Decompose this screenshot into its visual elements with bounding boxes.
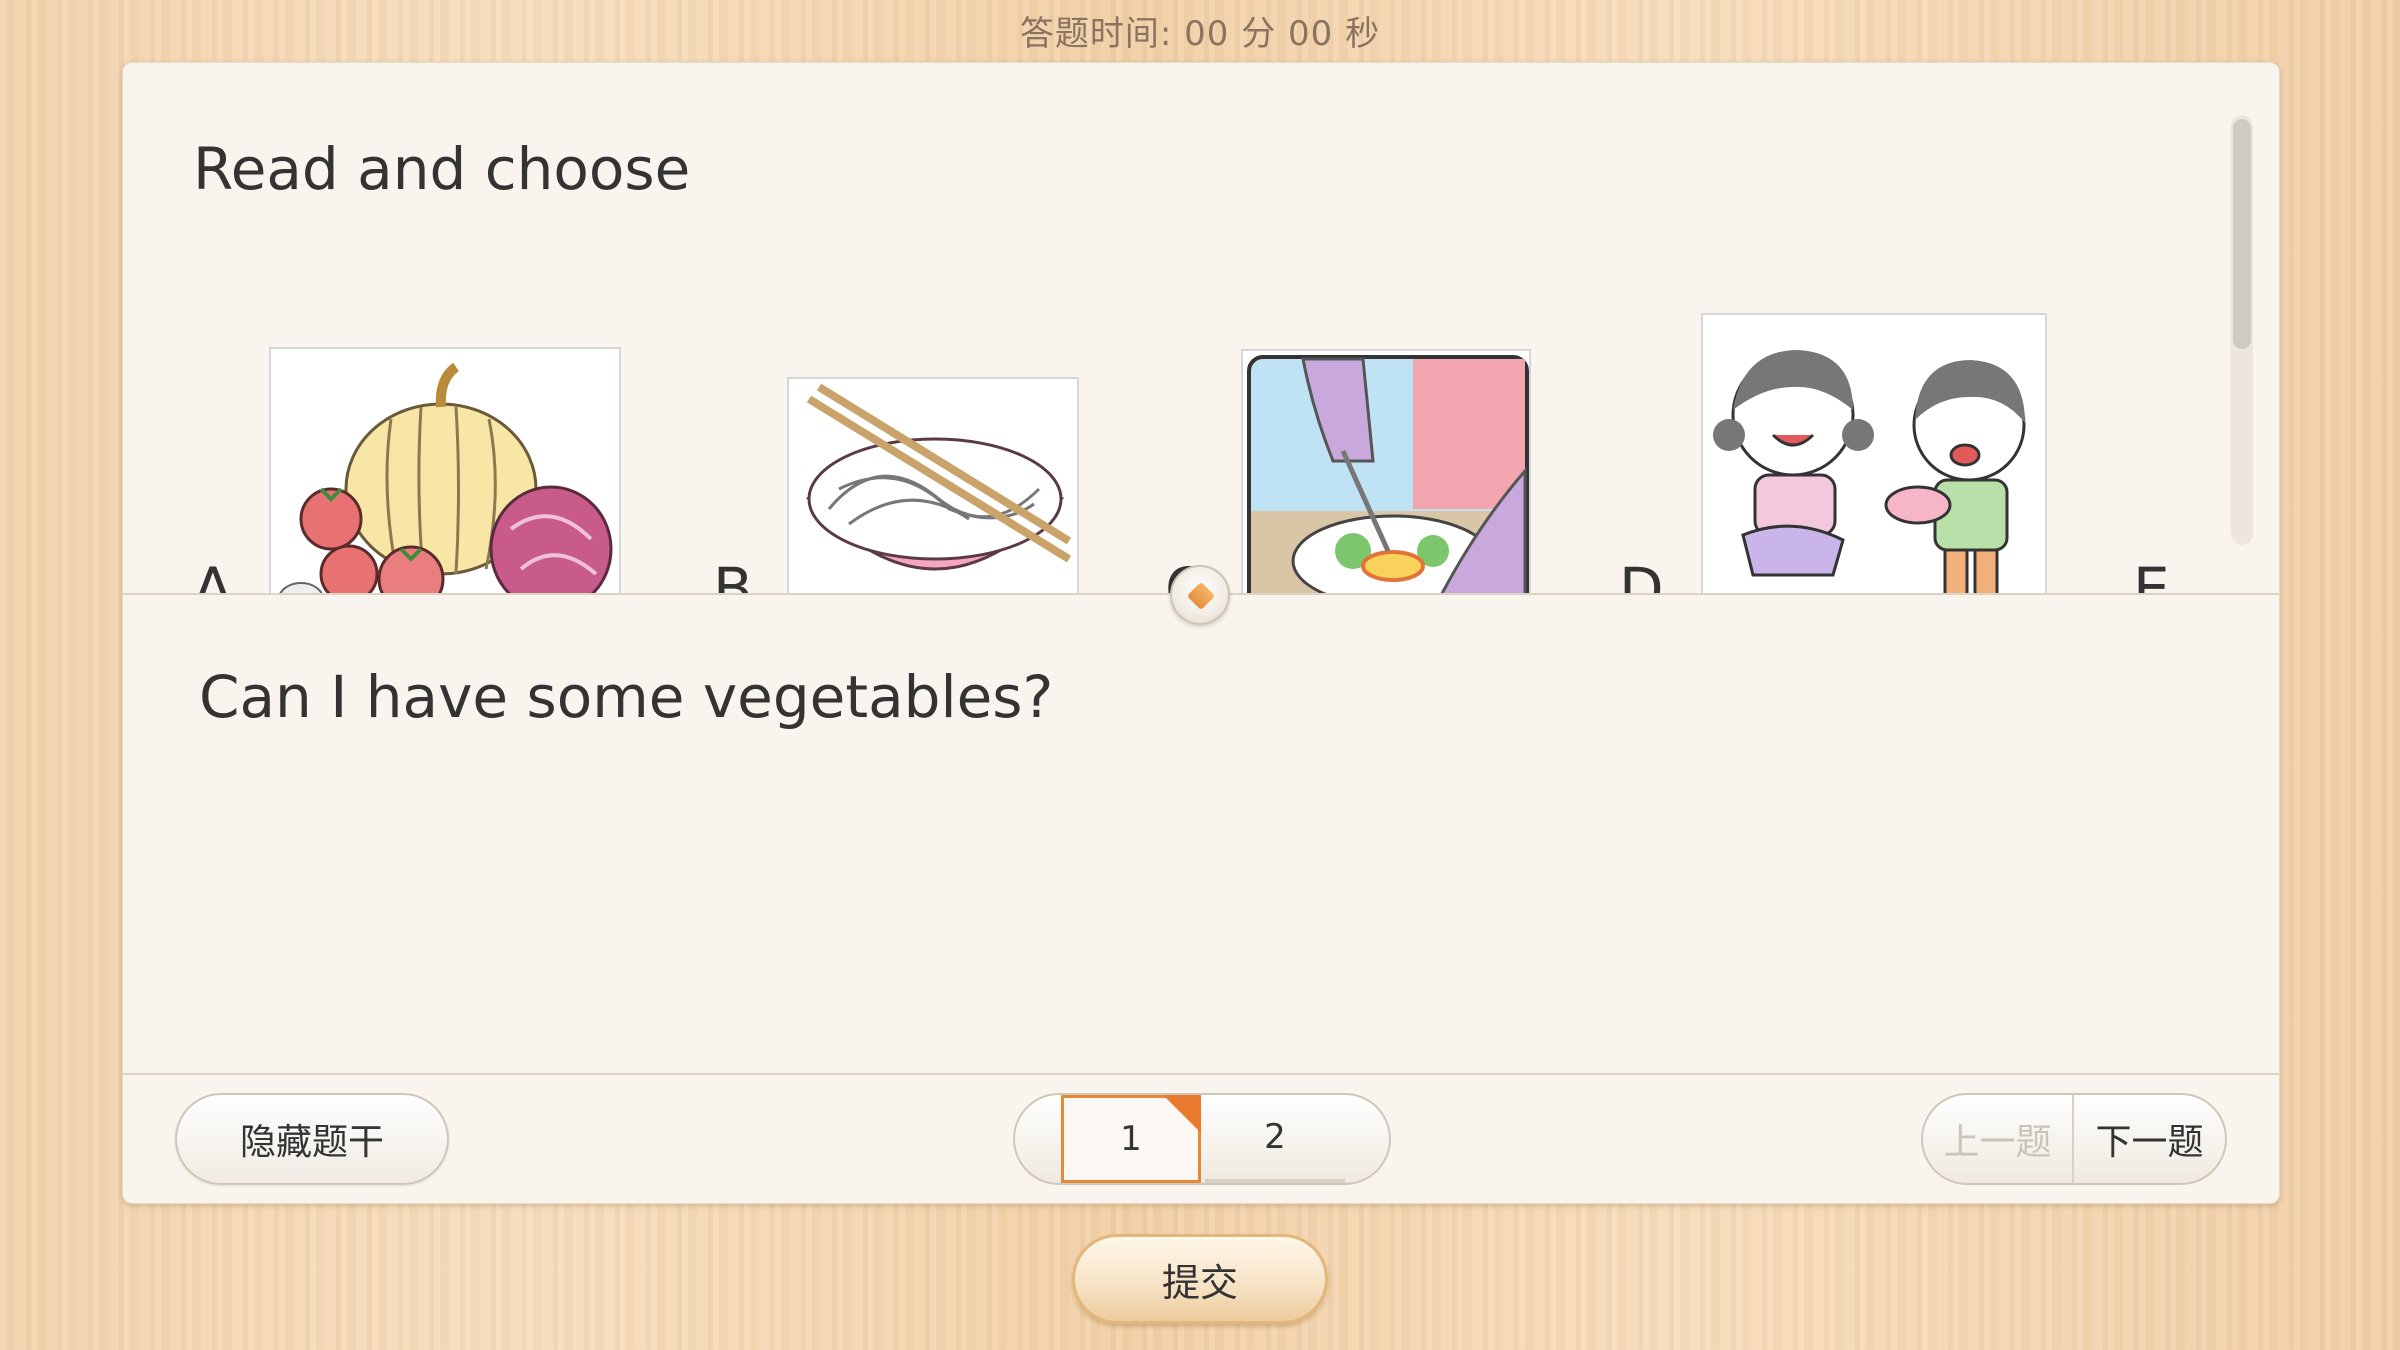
timer-label: 答题时间: <box>1019 14 1173 54</box>
page-item-1[interactable]: 1 <box>1061 1095 1201 1183</box>
footer-divider <box>123 1073 2279 1075</box>
option-letter-d: D <box>1619 555 1664 593</box>
timer-value: 00 分 00 秒 <box>1184 14 1381 54</box>
resize-handle[interactable] <box>1170 565 1230 625</box>
next-question-button[interactable]: 下一题 <box>2074 1095 2225 1183</box>
options-area: A B D E <box>123 233 2223 593</box>
page-number: 1 <box>1120 1119 1142 1159</box>
page-number: 2 <box>1264 1117 1286 1157</box>
instruction-text: Read and choose <box>193 135 691 203</box>
option-letter-a: A <box>193 555 233 593</box>
stem-scrollbar-thumb[interactable] <box>2233 119 2251 349</box>
submit-button[interactable]: 提交 <box>1072 1234 1328 1324</box>
drag-handle-icon <box>1186 581 1216 611</box>
timer-display: 答题时间: 00 分 00 秒 <box>0 6 2400 55</box>
page-item-2[interactable]: 2 <box>1205 1095 1345 1183</box>
salad-fork-image <box>1241 349 1531 593</box>
prev-question-button[interactable]: 上一题 <box>1923 1095 2075 1183</box>
question-stem-pane: Read and choose A B D E <box>123 63 2279 593</box>
option-letter-b: B <box>713 555 753 593</box>
question-nav: 上一题 下一题 <box>1921 1093 2227 1185</box>
vegetables-image <box>269 347 621 593</box>
noodles-image <box>787 377 1079 593</box>
stem-scrollbar[interactable] <box>2231 115 2253 545</box>
current-marker-icon <box>1163 1095 1201 1133</box>
hide-stem-button[interactable]: 隐藏题干 <box>175 1093 449 1185</box>
children-bowl-image <box>1701 313 2047 593</box>
question-pager: 1 2 <box>1013 1093 1391 1185</box>
option-letter-e: E <box>2133 555 2170 593</box>
question-prompt: Can I have some vegetables? <box>199 663 1054 731</box>
question-card: Read and choose A B D E Can I have some … <box>122 62 2280 1204</box>
